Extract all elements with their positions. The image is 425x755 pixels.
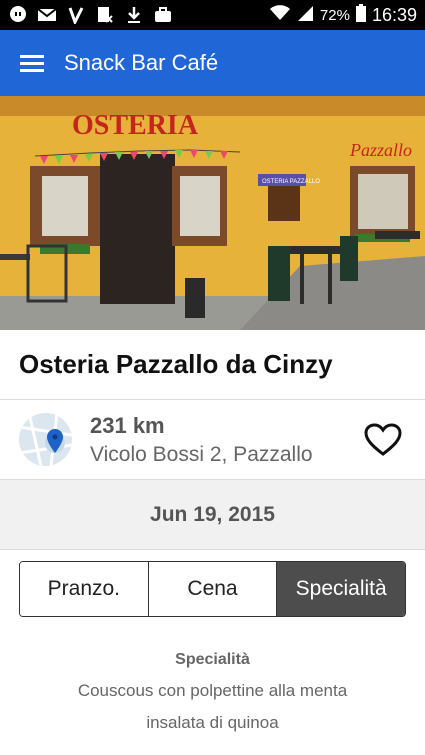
battery-level: 72% [319, 6, 350, 24]
briefcase-icon [153, 6, 173, 24]
map-thumbnail[interactable] [19, 413, 72, 466]
battery-icon [355, 4, 366, 26]
data-disabled-icon [95, 6, 115, 24]
sign-small: OSTERIA PAZZALLO [262, 179, 320, 185]
meal-tabs: Pranzo. Cena Specialità [19, 561, 406, 617]
hangouts-icon [8, 6, 28, 24]
tab-cena[interactable]: Cena [148, 562, 278, 616]
sign-pazzallo: Pazzallo [349, 140, 412, 160]
restaurant-name: Osteria Pazzallo da Cinzy [0, 330, 425, 400]
app-title: Snack Bar Café [64, 50, 219, 75]
menu-item: insalata di quinoa [146, 713, 279, 732]
status-bar: 72% 16:39 [0, 0, 425, 30]
restaurant-photo: OSTERIA Pazzallo OSTERIA PAZZALLO [0, 96, 425, 330]
download-icon [124, 6, 144, 24]
app-bar: Snack Bar Café [0, 30, 425, 96]
wifi-icon [269, 5, 290, 25]
address: Vicolo Bossi 2, Pazzallo [90, 442, 313, 466]
location-row[interactable]: 231 km Vicolo Bossi 2, Pazzallo [0, 400, 425, 480]
viber-icon [66, 6, 86, 24]
date-selector[interactable]: Jun 19, 2015 [0, 480, 425, 550]
favorite-heart-icon[interactable] [353, 410, 413, 470]
clock: 16:39 [371, 4, 417, 25]
menu-section: Specialità Couscous con polpettine alla … [0, 651, 425, 733]
menu-title: Specialità [175, 651, 250, 668]
menu-icon[interactable] [0, 30, 64, 96]
signal-icon [296, 5, 314, 25]
gmail-icon [37, 6, 57, 24]
sign-osteria: OSTERIA [72, 110, 199, 141]
tab-pranzo[interactable]: Pranzo. [20, 562, 149, 616]
tab-specialita[interactable]: Specialità [277, 562, 405, 616]
menu-item: Couscous con polpettine alla menta [77, 681, 348, 700]
distance: 231 km [90, 412, 165, 438]
